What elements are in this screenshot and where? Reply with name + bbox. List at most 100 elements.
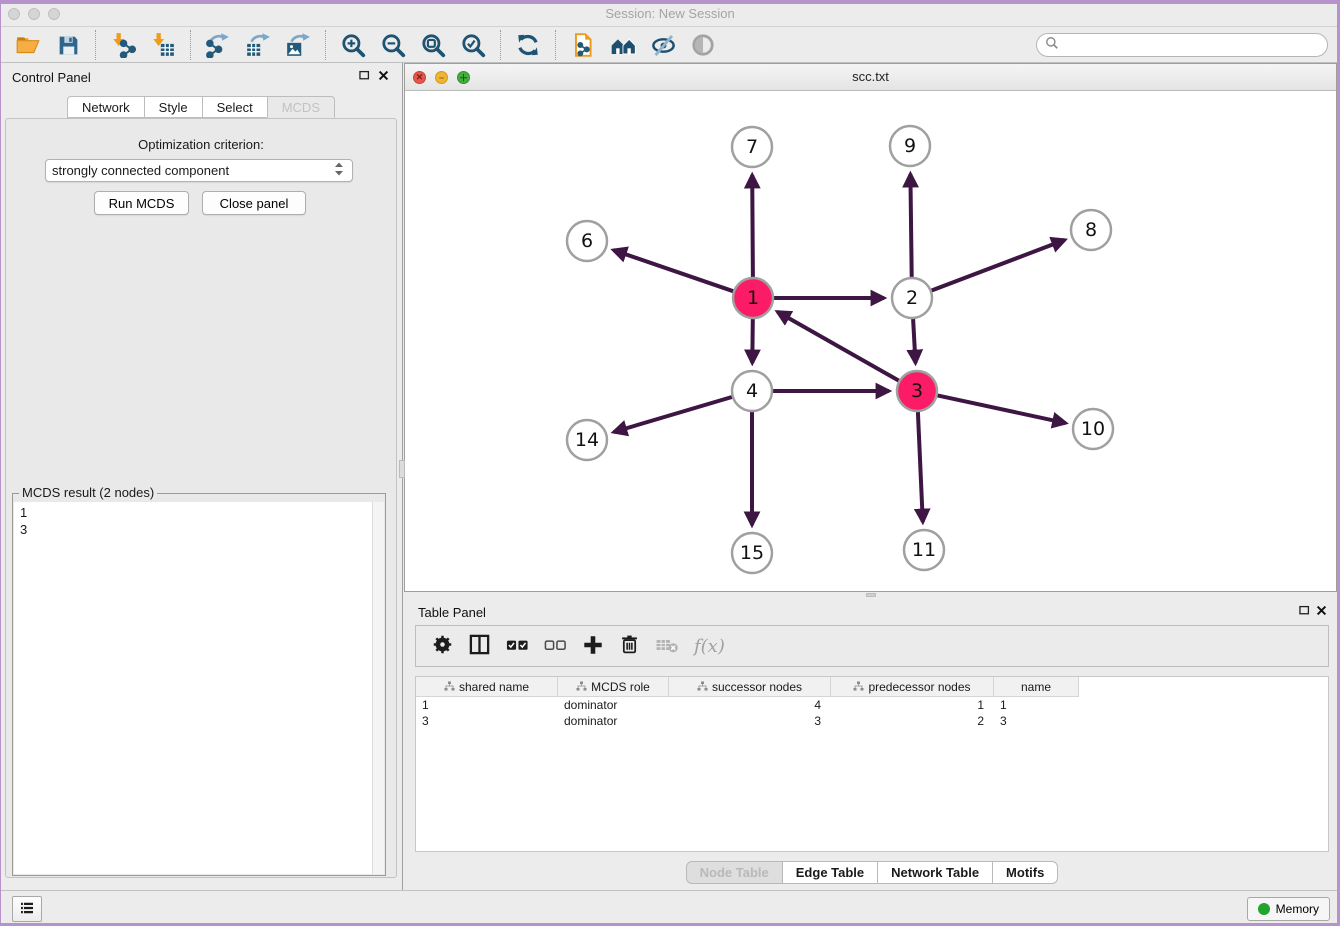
column-label: successor nodes	[712, 680, 802, 694]
float-table-panel-icon[interactable]	[1298, 604, 1311, 622]
node-7[interactable]: 7	[732, 127, 772, 167]
hide-selected-button[interactable]	[643, 30, 683, 60]
edge-3-10[interactable]	[938, 395, 1066, 423]
tab-motifs[interactable]: Motifs	[992, 861, 1058, 884]
table-cell[interactable]: dominator	[558, 697, 669, 713]
network-window-titlebar[interactable]: ✕ − ＋ scc.txt	[405, 64, 1336, 91]
edge-3-11[interactable]	[918, 412, 923, 522]
show-panels-button[interactable]	[12, 896, 42, 922]
node-11[interactable]: 11	[904, 530, 944, 570]
table-cell[interactable]: 3	[994, 713, 1079, 729]
import-network-button[interactable]	[103, 30, 143, 60]
column-header-MCDS-role[interactable]: MCDS role	[558, 677, 669, 697]
open-folder-icon	[15, 32, 41, 58]
control-panel: Control Panel Network Style Select MCDS …	[0, 63, 403, 890]
edge-1-4[interactable]	[752, 319, 753, 363]
delete-table-button[interactable]	[655, 631, 679, 661]
table-cell[interactable]: 1	[831, 697, 994, 713]
tab-style[interactable]: Style	[144, 96, 203, 118]
export-network-icon	[205, 32, 231, 58]
edge-1-6[interactable]	[614, 250, 734, 291]
node-1[interactable]: 1	[733, 278, 773, 318]
result-scrollbar[interactable]	[372, 502, 384, 874]
node-8[interactable]: 8	[1071, 210, 1111, 250]
tab-network-table[interactable]: Network Table	[877, 861, 993, 884]
node-3[interactable]: 3	[897, 371, 937, 411]
zoom-in-icon	[340, 32, 366, 58]
table-cell[interactable]: 4	[669, 697, 831, 713]
close-table-panel-icon[interactable]	[1315, 604, 1328, 622]
node-9[interactable]: 9	[890, 126, 930, 166]
network-canvas[interactable]: 1 2 3 4 6 7 8 9 10 11 14 15	[405, 91, 1336, 591]
edge-2-8[interactable]	[932, 240, 1065, 291]
delete-row-button[interactable]	[619, 631, 640, 661]
network-graph[interactable]: 1 2 3 4 6 7 8 9 10 11 14 15	[405, 91, 1336, 591]
float-panel-icon[interactable]	[358, 69, 371, 87]
function-builder-button[interactable]: f(x)	[694, 631, 725, 661]
search-box[interactable]	[1036, 33, 1328, 57]
node-6[interactable]: 6	[567, 221, 607, 261]
show-columns-button[interactable]	[468, 631, 491, 661]
table-row[interactable]: 3dominator323	[416, 713, 1328, 729]
node-10[interactable]: 10	[1073, 409, 1113, 449]
table-toolbar: f(x)	[415, 625, 1329, 667]
control-panel-header: Control Panel	[0, 63, 402, 89]
node-label: 14	[575, 429, 599, 451]
network-file-icon	[570, 32, 596, 58]
select-all-button[interactable]	[506, 631, 529, 661]
export-table-button[interactable]	[238, 30, 278, 60]
close-panel-button[interactable]: Close panel	[202, 191, 306, 215]
deselect-all-button[interactable]	[544, 631, 567, 661]
search-input[interactable]	[1064, 38, 1319, 52]
node-2[interactable]: 2	[892, 278, 932, 318]
search-icon	[1045, 36, 1059, 55]
add-row-button[interactable]	[582, 631, 604, 661]
node-4[interactable]: 4	[732, 371, 772, 411]
edge-1-7[interactable]	[752, 175, 753, 277]
tab-edge-table[interactable]: Edge Table	[782, 861, 878, 884]
edge-2-9[interactable]	[910, 174, 911, 277]
zoom-out-button[interactable]	[373, 30, 413, 60]
export-network-button[interactable]	[198, 30, 238, 60]
show-all-button[interactable]	[683, 30, 723, 60]
criterion-select[interactable]: strongly connected component	[45, 159, 353, 182]
memory-button[interactable]: Memory	[1247, 897, 1330, 921]
horizontal-splitter-handle[interactable]	[866, 593, 876, 597]
tab-select[interactable]: Select	[202, 96, 268, 118]
run-mcds-button[interactable]: Run MCDS	[94, 191, 189, 215]
export-image-button[interactable]	[278, 30, 318, 60]
column-header-predecessor-nodes[interactable]: predecessor nodes	[831, 677, 994, 697]
save-session-button[interactable]	[48, 30, 88, 60]
mcds-result-text[interactable]: 1 3	[14, 502, 372, 874]
node-15[interactable]: 15	[732, 533, 772, 573]
column-header-name[interactable]: name	[994, 677, 1079, 697]
export-image-icon	[285, 32, 311, 58]
column-header-shared-name[interactable]: shared name	[416, 677, 558, 697]
tab-network[interactable]: Network	[67, 96, 145, 118]
tab-mcds[interactable]: MCDS	[267, 96, 335, 118]
import-table-button[interactable]	[143, 30, 183, 60]
new-network-from-selection-button[interactable]	[563, 30, 603, 60]
table-cell[interactable]: 3	[416, 713, 558, 729]
vertical-splitter-handle[interactable]	[399, 460, 405, 478]
zoom-in-button[interactable]	[333, 30, 373, 60]
node-14[interactable]: 14	[567, 420, 607, 460]
table-cell[interactable]: 2	[831, 713, 994, 729]
table-cell[interactable]: 1	[416, 697, 558, 713]
refresh-layout-button[interactable]	[508, 30, 548, 60]
column-header-successor-nodes[interactable]: successor nodes	[669, 677, 831, 697]
table-cell[interactable]: 3	[669, 713, 831, 729]
zoom-fit-button[interactable]	[413, 30, 453, 60]
table-row[interactable]: 1dominator411	[416, 697, 1328, 713]
edge-2-3[interactable]	[913, 319, 915, 363]
zoom-selected-button[interactable]	[453, 30, 493, 60]
table-cell[interactable]: dominator	[558, 713, 669, 729]
table-cell[interactable]: 1	[994, 697, 1079, 713]
table-settings-button[interactable]	[432, 631, 453, 661]
tab-node-table[interactable]: Node Table	[686, 861, 783, 884]
open-session-button[interactable]	[8, 30, 48, 60]
close-panel-icon[interactable]	[377, 69, 390, 87]
edge-3-1[interactable]	[777, 312, 898, 381]
first-neighbors-button[interactable]	[603, 30, 643, 60]
edge-4-14[interactable]	[614, 397, 732, 432]
